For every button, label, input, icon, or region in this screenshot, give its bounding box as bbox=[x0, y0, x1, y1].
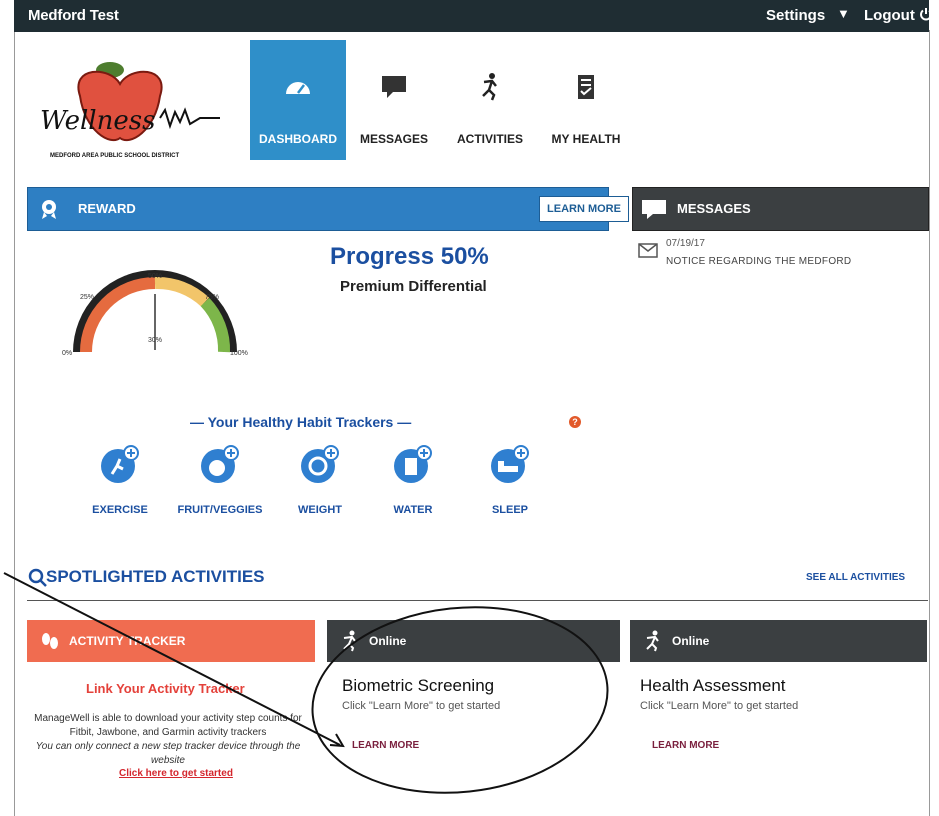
messages-header: MESSAGES bbox=[632, 187, 929, 231]
divider bbox=[27, 600, 928, 601]
message-subject[interactable]: NOTICE REGARDING THE MEDFORD bbox=[666, 256, 851, 267]
tab-label: MESSAGES bbox=[359, 132, 428, 146]
tracker-link-title: Link Your Activity Tracker bbox=[86, 681, 245, 696]
health-bar-title: Online bbox=[672, 634, 710, 648]
running-person-icon bbox=[482, 73, 497, 101]
gauge-value-label: 30% bbox=[148, 337, 162, 344]
spotlighted-title: SPOTLIGHTED ACTIVITIES bbox=[46, 567, 265, 586]
envelope-icon bbox=[638, 243, 658, 258]
power-icon[interactable] bbox=[919, 7, 933, 21]
exercise-icon bbox=[101, 445, 139, 483]
habit-water[interactable]: WATER bbox=[363, 444, 463, 520]
messages-title: MESSAGES bbox=[677, 201, 751, 216]
scale-icon bbox=[301, 445, 339, 483]
health-assessment-subtitle: Click "Learn More" to get started bbox=[640, 700, 799, 712]
tab-messages[interactable]: MESSAGES bbox=[346, 40, 442, 160]
apple-icon bbox=[201, 445, 239, 483]
tracker-note: You can only connect a new step tracker … bbox=[35, 741, 301, 766]
chevron-down-icon[interactable]: ▼ bbox=[837, 6, 850, 21]
clipboard-icon bbox=[578, 75, 594, 99]
habit-trackers-heading: — Your Healthy Habit Trackers — bbox=[190, 414, 412, 430]
chat-icon bbox=[642, 200, 666, 219]
page-frame-left bbox=[14, 0, 15, 816]
gauge-label: 75% bbox=[205, 294, 219, 301]
habit-label: SLEEP bbox=[491, 504, 529, 516]
habit-label: WEIGHT bbox=[298, 504, 342, 516]
tab-my-health[interactable]: MY HEALTH bbox=[538, 40, 634, 160]
biometric-learn-more-link[interactable]: LEARN MORE bbox=[352, 740, 419, 751]
settings-menu[interactable]: Settings bbox=[766, 7, 825, 24]
page-frame-right bbox=[929, 30, 930, 816]
progress-subtitle: Premium Differential bbox=[340, 278, 487, 295]
top-bar: Medford Test Settings ▼ Logout bbox=[14, 0, 932, 32]
tracker-description: ManageWell is able to download your acti… bbox=[33, 712, 303, 768]
biometric-header: Online bbox=[327, 620, 620, 662]
wellness-logo: Wellness MEDFORD AREA PUBLIC SCHOOL DIST… bbox=[40, 56, 240, 168]
reward-header: REWARD LEARN MORE bbox=[27, 187, 629, 231]
running-person-icon bbox=[646, 630, 659, 652]
search-icon bbox=[28, 568, 47, 587]
ribbon-icon bbox=[42, 200, 56, 219]
habit-exercise[interactable]: EXERCISE bbox=[70, 444, 170, 520]
logout-button[interactable]: Logout bbox=[864, 7, 915, 24]
tab-activities[interactable]: ACTIVITIES bbox=[442, 40, 538, 160]
progress-gauge: 50% 25% 75% 0% 100% 30% bbox=[62, 270, 248, 357]
bed-icon bbox=[491, 445, 529, 483]
tracker-desc-text: ManageWell is able to download your acti… bbox=[34, 713, 302, 738]
logo-subtitle: MEDFORD AREA PUBLIC SCHOOL DISTRICT bbox=[50, 153, 180, 159]
chat-icon bbox=[382, 76, 406, 98]
activity-tracker-header: ACTIVITY TRACKER bbox=[27, 620, 315, 662]
biometric-title: Biometric Screening bbox=[342, 676, 495, 695]
see-all-activities-link[interactable]: SEE ALL ACTIVITIES bbox=[806, 572, 905, 583]
water-glass-icon bbox=[394, 445, 432, 483]
gauge-label: 50% bbox=[148, 273, 162, 280]
health-assessment-header: Online bbox=[630, 620, 927, 662]
health-learn-more-link[interactable]: LEARN MORE bbox=[652, 740, 719, 751]
gauge-label: 0% bbox=[62, 350, 72, 357]
footprints-icon bbox=[42, 633, 58, 649]
habit-fruit-veggies[interactable]: FRUIT/VEGGIES bbox=[170, 444, 270, 520]
tab-label: MY HEALTH bbox=[551, 132, 621, 146]
tab-dashboard[interactable]: DASHBOARD bbox=[250, 40, 346, 160]
help-icon[interactable]: ? bbox=[569, 416, 581, 428]
gauge-icon bbox=[286, 82, 310, 94]
logo-wordmark: Wellness bbox=[40, 106, 156, 136]
habit-label: EXERCISE bbox=[92, 504, 148, 516]
tab-label: DASHBOARD bbox=[259, 132, 337, 146]
habit-sleep[interactable]: SLEEP bbox=[460, 444, 560, 520]
habit-label: WATER bbox=[393, 504, 433, 516]
health-assessment-title: Health Assessment bbox=[640, 676, 786, 695]
habit-weight[interactable]: WEIGHT bbox=[270, 444, 370, 520]
tab-label: ACTIVITIES bbox=[456, 132, 523, 146]
reward-learn-more-button[interactable]: LEARN MORE bbox=[539, 196, 629, 222]
reward-title: REWARD bbox=[78, 201, 136, 216]
biometric-bar-title: Online bbox=[369, 634, 407, 648]
biometric-subtitle: Click "Learn More" to get started bbox=[342, 700, 501, 712]
running-person-icon bbox=[343, 630, 356, 652]
app-title: Medford Test bbox=[28, 7, 119, 24]
progress-title: Progress 50% bbox=[330, 243, 489, 270]
gauge-label: 100% bbox=[230, 350, 248, 357]
gauge-label: 25% bbox=[80, 294, 94, 301]
activity-tracker-title: ACTIVITY TRACKER bbox=[69, 634, 186, 648]
message-date: 07/19/17 bbox=[666, 238, 705, 249]
tracker-get-started-link[interactable]: Click here to get started bbox=[119, 768, 233, 779]
habit-label: FRUIT/VEGGIES bbox=[177, 504, 263, 516]
